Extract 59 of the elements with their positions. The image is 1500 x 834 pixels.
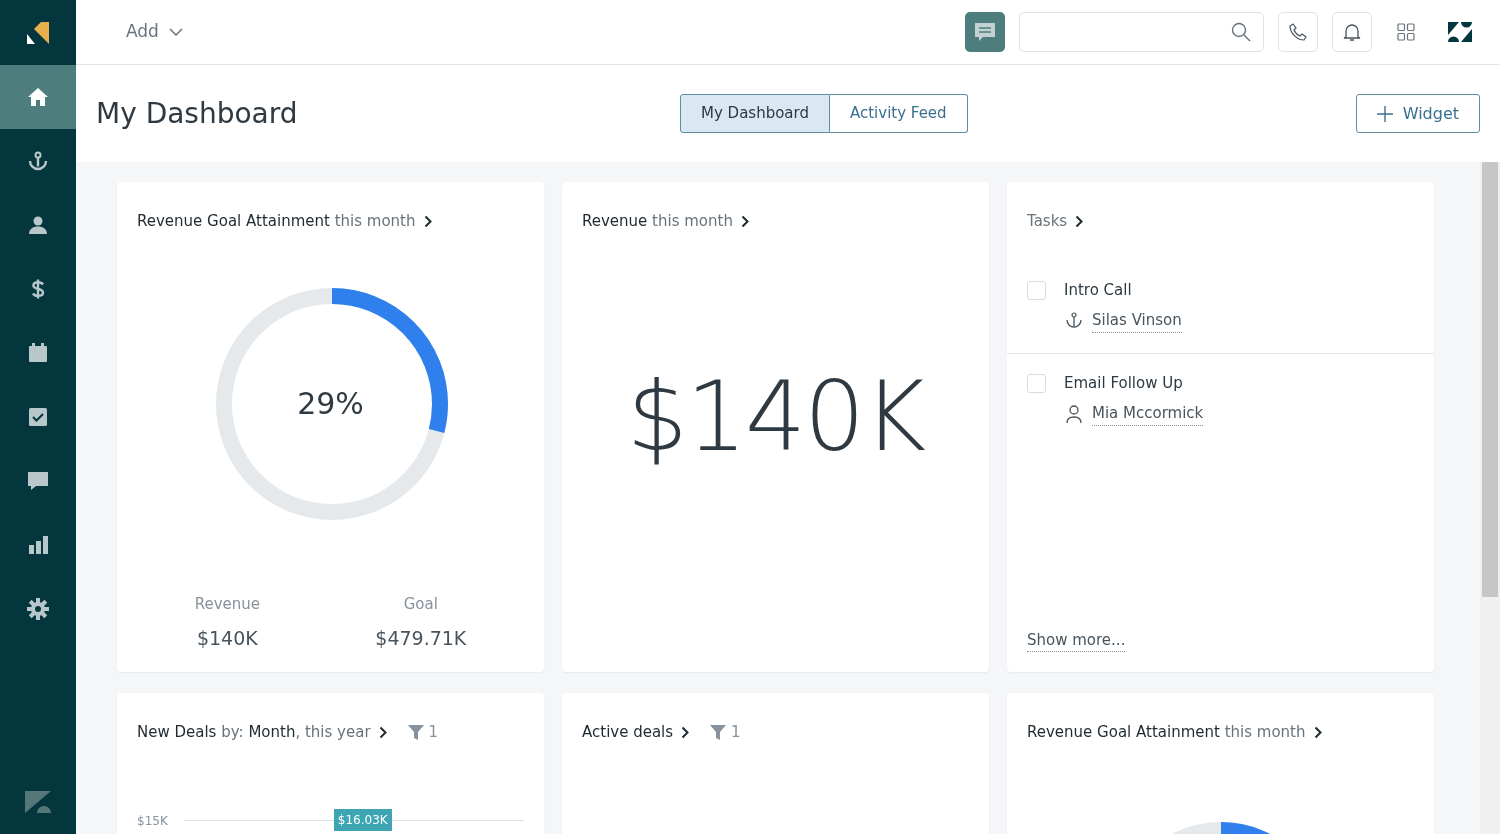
chat-icon <box>26 469 50 493</box>
widget-title[interactable]: Active deals <box>582 721 674 744</box>
tab[interactable]: My Dashboard <box>680 94 830 133</box>
chat-button[interactable] <box>965 12 1005 52</box>
anchor-icon <box>1064 310 1084 331</box>
person-icon <box>1064 403 1084 424</box>
task-name: Email Follow Up <box>1064 372 1184 394</box>
contact-link[interactable]: Silas Vinson <box>1092 309 1182 333</box>
filter-count: 1 <box>428 722 439 743</box>
page-title: My Dashboard <box>96 96 299 131</box>
chevron-right-icon <box>1075 214 1084 228</box>
brand-logo-icon <box>23 790 53 813</box>
chevron-right-icon <box>378 725 387 739</box>
phone-button[interactable] <box>1278 12 1318 52</box>
add-widget-button[interactable]: Widget <box>1355 94 1480 133</box>
stat-label: Revenue <box>194 594 260 615</box>
anchor-icon <box>26 149 50 173</box>
home-icon <box>26 85 50 109</box>
widget-title[interactable]: Revenue Goal Attainment this month <box>1027 721 1306 744</box>
tab[interactable]: Activity Feed <box>829 94 968 133</box>
bell-icon <box>1342 22 1362 42</box>
notifications-button[interactable] <box>1332 12 1372 52</box>
task-checkbox[interactable] <box>1027 373 1046 393</box>
chat-icon <box>974 21 996 43</box>
stat-value: $479.71K <box>375 625 467 651</box>
chevron-right-icon <box>423 214 432 228</box>
search-icon <box>1231 22 1251 42</box>
logo-icon <box>25 19 51 46</box>
bar-chart-icon <box>26 533 50 557</box>
add-menu[interactable]: Add <box>120 18 189 46</box>
show-more-link[interactable]: Show more... <box>1027 628 1126 652</box>
checkbox-icon <box>26 405 50 429</box>
filter-count: 1 <box>731 722 741 743</box>
search-field[interactable] <box>1019 12 1264 52</box>
calendar-icon <box>26 341 50 365</box>
chevron-right-icon <box>740 214 749 228</box>
task-name: Intro Call <box>1064 279 1133 301</box>
chevron-right-icon <box>681 725 690 739</box>
widget-title[interactable]: Revenue Goal Attainment this month <box>137 210 416 233</box>
widget-title[interactable]: Revenue this month <box>582 210 733 233</box>
filter-icon <box>709 723 728 742</box>
percent-label: 29% <box>297 384 364 422</box>
stat-value: $140K <box>195 625 259 651</box>
widget-title[interactable]: New Deals by: Month, this year <box>137 721 371 744</box>
widget-title[interactable]: Tasks <box>1027 210 1068 233</box>
phone-icon <box>1288 22 1308 42</box>
contact-link[interactable]: Mia Mccormick <box>1092 402 1204 426</box>
grid-icon <box>1397 23 1415 41</box>
brand-logo-icon <box>1447 22 1473 42</box>
chevron-right-icon <box>1313 725 1322 739</box>
metric-value: $140K <box>626 360 925 476</box>
stat-label: Goal <box>402 594 439 615</box>
sidebar-item[interactable] <box>0 65 76 129</box>
task-checkbox[interactable] <box>1027 280 1046 300</box>
filter-icon <box>406 723 425 742</box>
bar-value-label: $16.03K <box>333 809 392 831</box>
caret-icon <box>168 28 183 36</box>
axis-label: $15K <box>137 812 168 830</box>
plus-icon <box>1376 105 1393 122</box>
